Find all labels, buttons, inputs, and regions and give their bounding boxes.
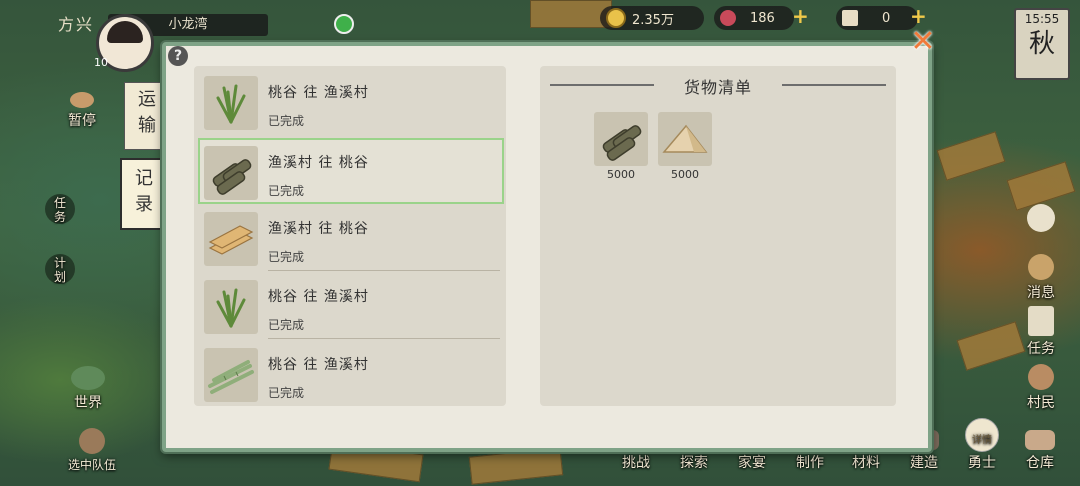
record-route: 桃谷 往 渔溪村: [268, 289, 369, 305]
record-item[interactable]: 桃谷 往 渔溪村 已完成: [200, 274, 500, 339]
bottom-warehouse[interactable]: 仓库: [1016, 430, 1064, 472]
record-list: 桃谷 往 渔溪村 已完成 渔溪村 往 桃谷 已完成 渔溪村 往 桃谷 已完成 桃…: [194, 66, 506, 406]
bamboo-icon: [204, 348, 258, 402]
record-item[interactable]: 桃谷 往 渔溪村 已完成: [200, 70, 500, 132]
coin-icon: [606, 8, 626, 28]
bottom-label: 仓库: [1026, 455, 1054, 471]
dialog-body: 桃谷 往 渔溪村 已完成 渔溪村 往 桃谷 已完成 渔溪村 往 桃谷 已完成 桃…: [166, 46, 928, 448]
sidebar-label: 消息: [1027, 285, 1055, 301]
coin-counter[interactable]: 2.35万: [600, 6, 704, 30]
world-icon: [71, 366, 105, 390]
tab-records[interactable]: 记录: [120, 158, 168, 230]
detail-badge[interactable]: 详情: [965, 418, 999, 452]
grass-icon: [204, 280, 258, 334]
logs-icon: [594, 112, 648, 166]
clock-panel[interactable]: 15:55 秋: [1014, 8, 1070, 80]
goods-panel: 货物清单 5000 5000: [540, 66, 896, 406]
sidebar-quest[interactable]: 任务: [1016, 306, 1066, 358]
bottom-label: 材料: [852, 455, 880, 471]
sidebar-world[interactable]: 世界: [60, 366, 116, 412]
avatar-hair: [107, 21, 143, 43]
player-level: 10: [94, 56, 108, 69]
logs-icon: [204, 146, 258, 200]
record-status: 已完成: [268, 184, 305, 198]
flower-icon: [720, 10, 736, 26]
sidebar-pause[interactable]: 暂停: [56, 92, 108, 130]
sidebar-label: 村民: [1027, 395, 1055, 411]
flower-value: 186: [750, 10, 775, 26]
grass-icon: [204, 76, 258, 130]
sidebar-team[interactable]: 选中队伍: [56, 428, 128, 473]
sidebar-label: 计划: [53, 256, 66, 284]
menu-toggle[interactable]: [1024, 204, 1058, 234]
sidebar-label: 暂停: [68, 113, 96, 129]
record-item[interactable]: 桃谷 往 渔溪村 已完成: [200, 342, 500, 404]
bottom-label: 勇士: [968, 455, 996, 471]
team-icon: [79, 428, 105, 454]
record-item-selected[interactable]: 渔溪村 往 桃谷 已完成: [198, 138, 504, 204]
coin-value: 2.35万: [632, 12, 674, 28]
sidebar-label: 选中队伍: [67, 458, 116, 472]
bottom-label: 探索: [680, 455, 708, 471]
season-label: 秋: [1028, 29, 1055, 59]
flower-menu-icon: [1027, 204, 1055, 232]
record-route: 桃谷 往 渔溪村: [268, 357, 369, 373]
record-status: 已完成: [268, 318, 305, 332]
sidebar-task[interactable]: 任务: [40, 194, 80, 226]
villager-icon: [1028, 364, 1054, 390]
bottom-label: 建造: [910, 455, 938, 471]
transport-record-dialog: 桃谷 往 渔溪村 已完成 渔溪村 往 桃谷 已完成 渔溪村 往 桃谷 已完成 桃…: [162, 42, 932, 452]
record-status: 已完成: [268, 250, 305, 264]
record-status: 已完成: [268, 114, 305, 128]
quest-icon: [1028, 306, 1054, 336]
planks-icon: [204, 212, 258, 266]
sidebar-plan[interactable]: 计划: [40, 254, 80, 286]
goods-item[interactable]: 5000: [594, 112, 648, 181]
notification-dot: [334, 14, 354, 34]
warehouse-icon: [1025, 430, 1055, 450]
goods-qty: 5000: [607, 168, 635, 181]
goods-panel-title: 货物清单: [683, 78, 752, 97]
add-flower-button[interactable]: +: [792, 4, 809, 28]
tab-label: 记录: [135, 168, 153, 215]
record-route: 渔溪村 往 桃谷: [268, 221, 369, 237]
farm-field: [468, 447, 564, 485]
close-icon[interactable]: ✕: [908, 27, 938, 58]
help-icon[interactable]: ?: [168, 46, 188, 66]
bottom-label: 家宴: [738, 455, 766, 471]
player-name: 小龙湾: [168, 17, 208, 32]
pause-icon: [70, 92, 94, 108]
bottom-label: 制作: [796, 455, 824, 471]
divider: [268, 338, 500, 339]
farm-field: [936, 131, 1006, 181]
divider: [268, 270, 500, 271]
bottom-hero[interactable]: 详情 勇士: [958, 418, 1006, 472]
record-route: 桃谷 往 渔溪村: [268, 85, 369, 101]
region-label: 方兴: [57, 15, 94, 34]
flower-counter[interactable]: 186: [714, 6, 794, 30]
record-route: 渔溪村 往 桃谷: [268, 155, 369, 171]
message-icon: [1028, 254, 1054, 280]
goods-item[interactable]: 5000: [658, 112, 712, 181]
goods-qty: 5000: [671, 168, 699, 181]
sidebar-villager[interactable]: 村民: [1016, 364, 1066, 412]
bottom-label: 挑战: [622, 455, 650, 471]
sidebar-message[interactable]: 消息: [1016, 254, 1066, 302]
clock-time: 15:55: [1024, 12, 1060, 26]
sidebar-label: 任务: [1027, 341, 1055, 357]
title-divider-right: [782, 84, 886, 86]
ticket-value: 0: [882, 10, 891, 26]
ticket-icon: [842, 10, 858, 26]
detail-badge-label: 详情: [972, 435, 992, 446]
tab-label: 运输: [138, 89, 156, 136]
record-status: 已完成: [268, 386, 305, 400]
record-item[interactable]: 渔溪村 往 桃谷 已完成: [200, 206, 500, 271]
sidebar-label: 任务: [53, 196, 66, 224]
ticket-counter[interactable]: 0: [836, 6, 918, 30]
rice-pile-icon: [658, 112, 712, 166]
sidebar-label: 世界: [74, 395, 102, 411]
